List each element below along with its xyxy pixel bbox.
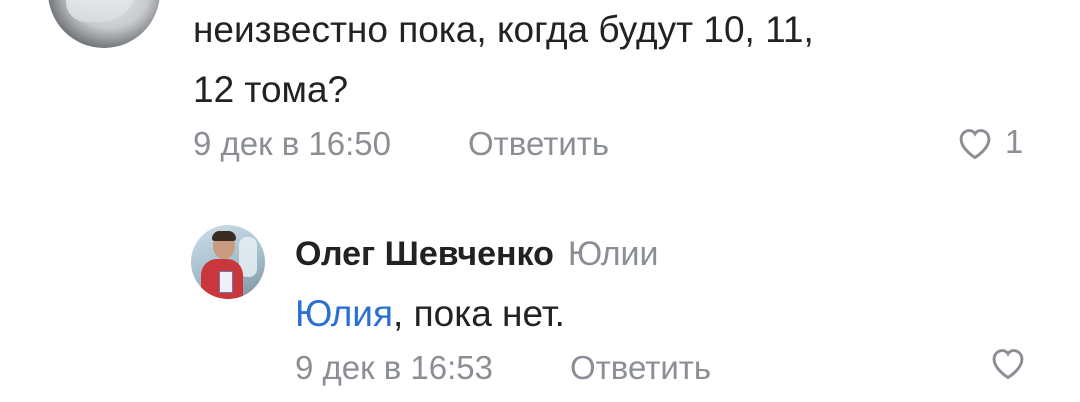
avatar[interactable] xyxy=(191,225,265,299)
comment-text: 12 тома? xyxy=(193,69,349,110)
like-count: 1 xyxy=(1005,123,1024,160)
comment-text: неизвестно пока, когда будут 10, 11, xyxy=(193,9,814,50)
author-name[interactable]: Олег Шевченко xyxy=(295,235,554,273)
comment-timestamp: 9 дек в 16:50 xyxy=(193,125,392,162)
reply-button[interactable]: Ответить xyxy=(468,125,609,163)
reply-to-label[interactable]: Юлии xyxy=(568,235,659,273)
avatar-photo xyxy=(66,0,136,22)
avatar[interactable] xyxy=(48,0,160,48)
heart-icon xyxy=(955,124,995,160)
reply-button[interactable]: Ответить xyxy=(570,349,711,387)
comment-text: Юлия, пока нет. xyxy=(295,292,565,336)
comment-body: , пока нет. xyxy=(393,293,565,334)
mention-link[interactable]: Юлия xyxy=(295,293,393,334)
comment-timestamp: 9 дек в 16:53 xyxy=(295,349,494,386)
comment-author-line: Олег Шевченко Юлии xyxy=(295,235,659,274)
heart-icon xyxy=(988,344,1028,380)
like-button[interactable] xyxy=(988,344,1028,380)
like-button[interactable]: 1 xyxy=(955,123,1023,161)
